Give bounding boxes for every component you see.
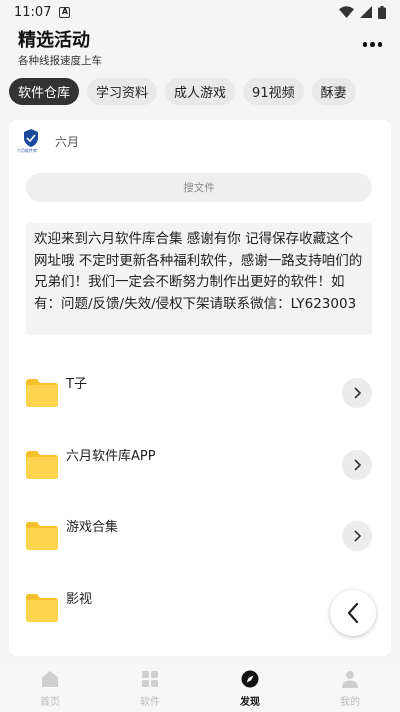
tab-study-materials[interactable]: 学习资料 xyxy=(87,78,158,105)
page-header: 精选活动 各种线报速度上车 xyxy=(0,24,400,68)
header-text: 精选活动 各种线报速度上车 xyxy=(18,30,102,68)
chevron-right-icon[interactable] xyxy=(342,378,372,408)
status-bar: 11:07 A xyxy=(0,0,400,24)
folder-item-video[interactable]: 影视 xyxy=(26,588,372,628)
folder-label: 影视 xyxy=(66,592,93,607)
category-tabs: 软件仓库 学习资料 成人游戏 91视频 酥妻 xyxy=(9,78,400,106)
shield-logo-icon xyxy=(24,129,38,147)
nav-item-profile[interactable]: 我的 xyxy=(300,664,400,712)
signal-icon xyxy=(360,6,372,18)
folder-item-games[interactable]: 游戏合集 xyxy=(26,516,372,556)
card-header: 六月软件库 六月 xyxy=(9,120,391,162)
tab-software-repo[interactable]: 软件仓库 xyxy=(9,78,80,105)
card-author: 六月 xyxy=(55,134,80,149)
person-icon xyxy=(342,671,358,688)
search-input[interactable]: 搜文件 xyxy=(26,173,372,202)
battery-icon xyxy=(378,5,386,19)
nav-item-software[interactable]: 软件 xyxy=(100,664,200,712)
more-options-icon[interactable] xyxy=(362,42,382,47)
content-card: 六月软件库 六月 搜文件 欢迎来到六月软件库合集 感谢有你 记得保存收藏这个网址… xyxy=(9,120,391,656)
brand-logo: 六月软件库 xyxy=(17,128,43,154)
folder-icon xyxy=(26,594,58,622)
compass-icon xyxy=(241,670,259,688)
home-icon xyxy=(42,671,58,687)
nav-label: 发现 xyxy=(240,697,260,708)
page-subtitle: 各种线报速度上车 xyxy=(18,55,102,67)
nav-item-discover[interactable]: 发现 xyxy=(200,664,300,712)
folder-icon xyxy=(26,451,58,479)
back-button[interactable] xyxy=(330,590,376,636)
chevron-right-icon[interactable] xyxy=(342,450,372,480)
chevron-left-icon xyxy=(347,602,359,624)
status-right xyxy=(339,5,386,19)
logo-text: 六月软件库 xyxy=(17,148,37,153)
nav-label: 我的 xyxy=(340,697,360,708)
folder-item-tzi[interactable]: T子 xyxy=(26,373,372,413)
wifi-icon xyxy=(339,6,354,18)
folder-item-app[interactable]: 六月软件库APP xyxy=(26,445,372,485)
tab-adult-games[interactable]: 成人游戏 xyxy=(165,78,236,105)
nav-label: 首页 xyxy=(40,697,60,708)
nav-item-home[interactable]: 首页 xyxy=(0,664,100,712)
nav-label: 软件 xyxy=(140,697,160,708)
status-left: 11:07 A xyxy=(14,4,71,20)
folder-label: 游戏合集 xyxy=(66,520,119,535)
notice-text: 欢迎来到六月软件库合集 感谢有你 记得保存收藏这个网址哦 不定时更新各种福利软件… xyxy=(26,223,372,335)
folder-label: 六月软件库APP xyxy=(66,449,156,464)
page-title: 精选活动 xyxy=(18,30,90,51)
tab-suqi[interactable]: 酥妻 xyxy=(311,78,356,105)
grid-icon xyxy=(142,671,158,687)
bottom-nav: 首页 软件 发现 我的 xyxy=(0,664,400,712)
status-time: 11:07 xyxy=(14,4,52,20)
chevron-right-icon[interactable] xyxy=(342,521,372,551)
folder-icon xyxy=(26,379,58,407)
tab-91-video[interactable]: 91视频 xyxy=(243,78,304,105)
notification-icon: A xyxy=(59,6,71,18)
folder-label: T子 xyxy=(66,377,87,392)
folder-icon xyxy=(26,522,58,550)
